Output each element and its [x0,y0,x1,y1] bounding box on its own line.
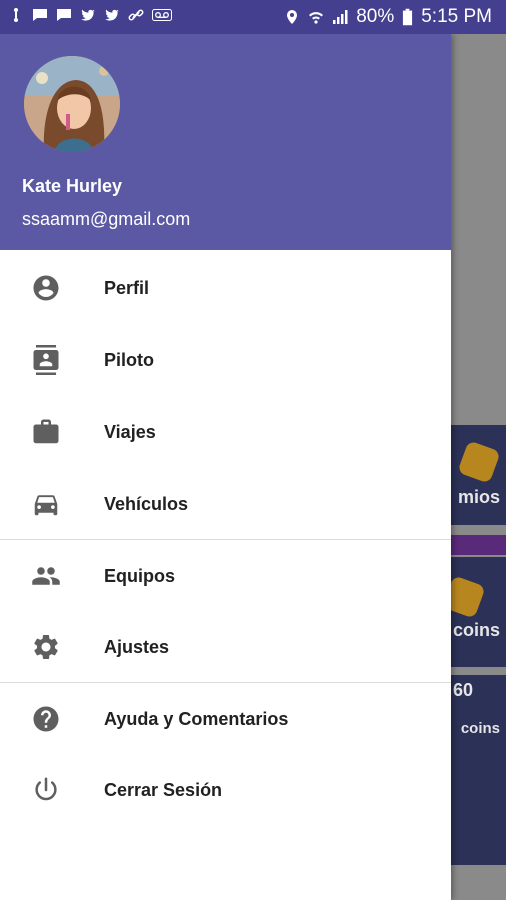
avatar[interactable] [24,56,120,152]
menu-item-label: Piloto [104,349,154,370]
chat-icon [33,9,47,21]
status-bar: 80% 5:15 PM [0,0,506,34]
voicemail-icon [152,9,172,21]
background-label: coins [452,620,500,640]
power-icon [30,774,62,806]
background-label: 60 [453,680,474,700]
twitter-icon [105,9,119,21]
menu-item-label: Cerrar Sesión [104,779,223,800]
car-icon [30,488,62,520]
link-icon [128,9,144,21]
menu-item-label: Viajes [104,421,156,442]
help-icon [30,703,62,735]
menu-item-label: Perfil [104,277,150,298]
menu-item-piloto[interactable]: Piloto [0,324,451,396]
user-email: ssaamm@gmail.com [22,209,191,229]
profile-photo [24,56,120,152]
menu-item-viajes[interactable]: Viajes [0,396,451,468]
menu-item-perfil[interactable]: Perfil [0,252,451,324]
drawer-header: Kate Hurley ssaamm@gmail.com [0,34,451,250]
briefcase-icon [30,416,62,448]
wifi-icon [309,12,324,24]
gear-icon [30,631,62,663]
menu-item-cerrar-sesion[interactable]: Cerrar Sesión [0,754,451,826]
menu-item-label: Ayuda y Comentarios [104,708,289,729]
battery-percent: 80% [356,6,395,27]
menu-item-label: Equipos [104,565,175,586]
twitter-icon [81,9,95,21]
menu-item-equipos[interactable]: Equipos [0,540,451,612]
account-circle-icon [30,272,62,304]
user-name: Kate Hurley [22,176,123,196]
location-icon [287,10,298,24]
contact-card-icon [30,344,62,376]
menu-item-label: Vehículos [104,493,189,514]
navigation-drawer: Kate Hurley ssaamm@gmail.com Perfil Pilo… [0,34,451,900]
system-status: 80% 5:15 PM [284,6,492,28]
background-label: mios [457,487,500,507]
usb-icon [14,8,18,22]
signal-icon [333,10,348,24]
menu-item-ajustes[interactable]: Ajustes [0,611,451,683]
menu-item-label: Ajustes [104,636,170,657]
menu-item-ayuda[interactable]: Ayuda y Comentarios [0,683,451,755]
background-divider [451,535,506,555]
background-label: coins [460,720,500,737]
notification-icons [8,7,172,23]
chat-icon [57,9,71,21]
clock: 5:15 PM [421,6,492,27]
battery-icon [403,8,413,26]
background-card [451,675,506,865]
people-icon [30,560,62,592]
menu-item-vehiculos[interactable]: Vehículos [0,468,451,540]
